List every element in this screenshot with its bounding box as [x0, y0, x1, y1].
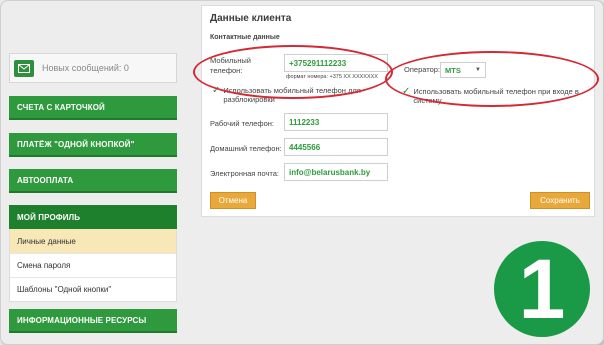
unblock-checkbox[interactable]: ✓ Использовать мобильный телефон для раз… — [212, 85, 382, 105]
work-phone-label: Рабочий телефон: — [210, 119, 274, 128]
profile-submenu: Личные данные Смена пароля Шаблоны "Одно… — [9, 229, 177, 302]
home-phone-input[interactable]: 4445566 — [284, 138, 388, 156]
home-phone-label: Домашний телефон: — [210, 144, 282, 153]
messages-count: Новых сообщений: 0 — [42, 63, 129, 73]
login-checkbox-label: Использовать мобильный телефон при входе… — [413, 87, 579, 105]
form-title: Данные клиента — [210, 13, 292, 24]
save-button[interactable]: Сохранить — [530, 192, 590, 209]
nav-accounts-with-card[interactable]: СЧЕТА С КАРТОЧКОЙ — [9, 96, 177, 120]
email-label: Электронная почта: — [210, 169, 280, 178]
submenu-personal-data[interactable]: Личные данные — [10, 229, 176, 253]
mobile-phone-input[interactable]: +375291112233 — [284, 54, 388, 72]
operator-value: MTS — [445, 65, 461, 75]
login-checkbox[interactable]: ✓ Использовать мобильный телефон при вхо… — [402, 86, 592, 106]
nav-autopayment[interactable]: АВТООПЛАТА — [9, 169, 177, 193]
nav-information-resources[interactable]: ИНФОРМАЦИОННЫЕ РЕСУРСЫ — [9, 309, 177, 333]
email-input[interactable]: info@belarusbank.by — [284, 163, 388, 181]
section-title: Контактные данные — [210, 34, 280, 41]
unblock-checkbox-label: Использовать мобильный телефон для разбл… — [223, 86, 361, 104]
cancel-button[interactable]: Отмена — [210, 192, 256, 209]
submenu-one-click-templates[interactable]: Шаблоны "Одной кнопки" — [10, 277, 176, 301]
checkmark-icon: ✓ — [402, 86, 411, 97]
checkmark-icon: ✓ — [212, 85, 221, 96]
envelope-icon — [14, 59, 34, 77]
client-data-form: Данные клиента Контактные данные Мобильн… — [201, 5, 595, 217]
mobile-phone-label: Мобильный телефон: — [210, 56, 251, 75]
screenshot-frame: Новых сообщений: 0 СЧЕТА С КАРТОЧКОЙ ПЛА… — [0, 0, 604, 345]
work-phone-input[interactable]: 1112233 — [284, 113, 388, 131]
operator-label: Оператор: — [404, 65, 441, 74]
submenu-change-password[interactable]: Смена пароля — [10, 253, 176, 277]
mobile-format-hint: формат номера: +375 XX XXXXXXX — [286, 74, 378, 80]
messages-box[interactable]: Новых сообщений: 0 — [9, 53, 177, 83]
step-number-badge: 1 — [494, 241, 590, 337]
nav-my-profile[interactable]: МОЙ ПРОФИЛЬ — [9, 205, 177, 229]
chevron-down-icon: ▼ — [475, 67, 481, 73]
operator-select[interactable]: MTS ▼ — [440, 62, 486, 78]
nav-one-click-payment[interactable]: ПЛАТЁЖ "ОДНОЙ КНОПКОЙ" — [9, 133, 177, 157]
